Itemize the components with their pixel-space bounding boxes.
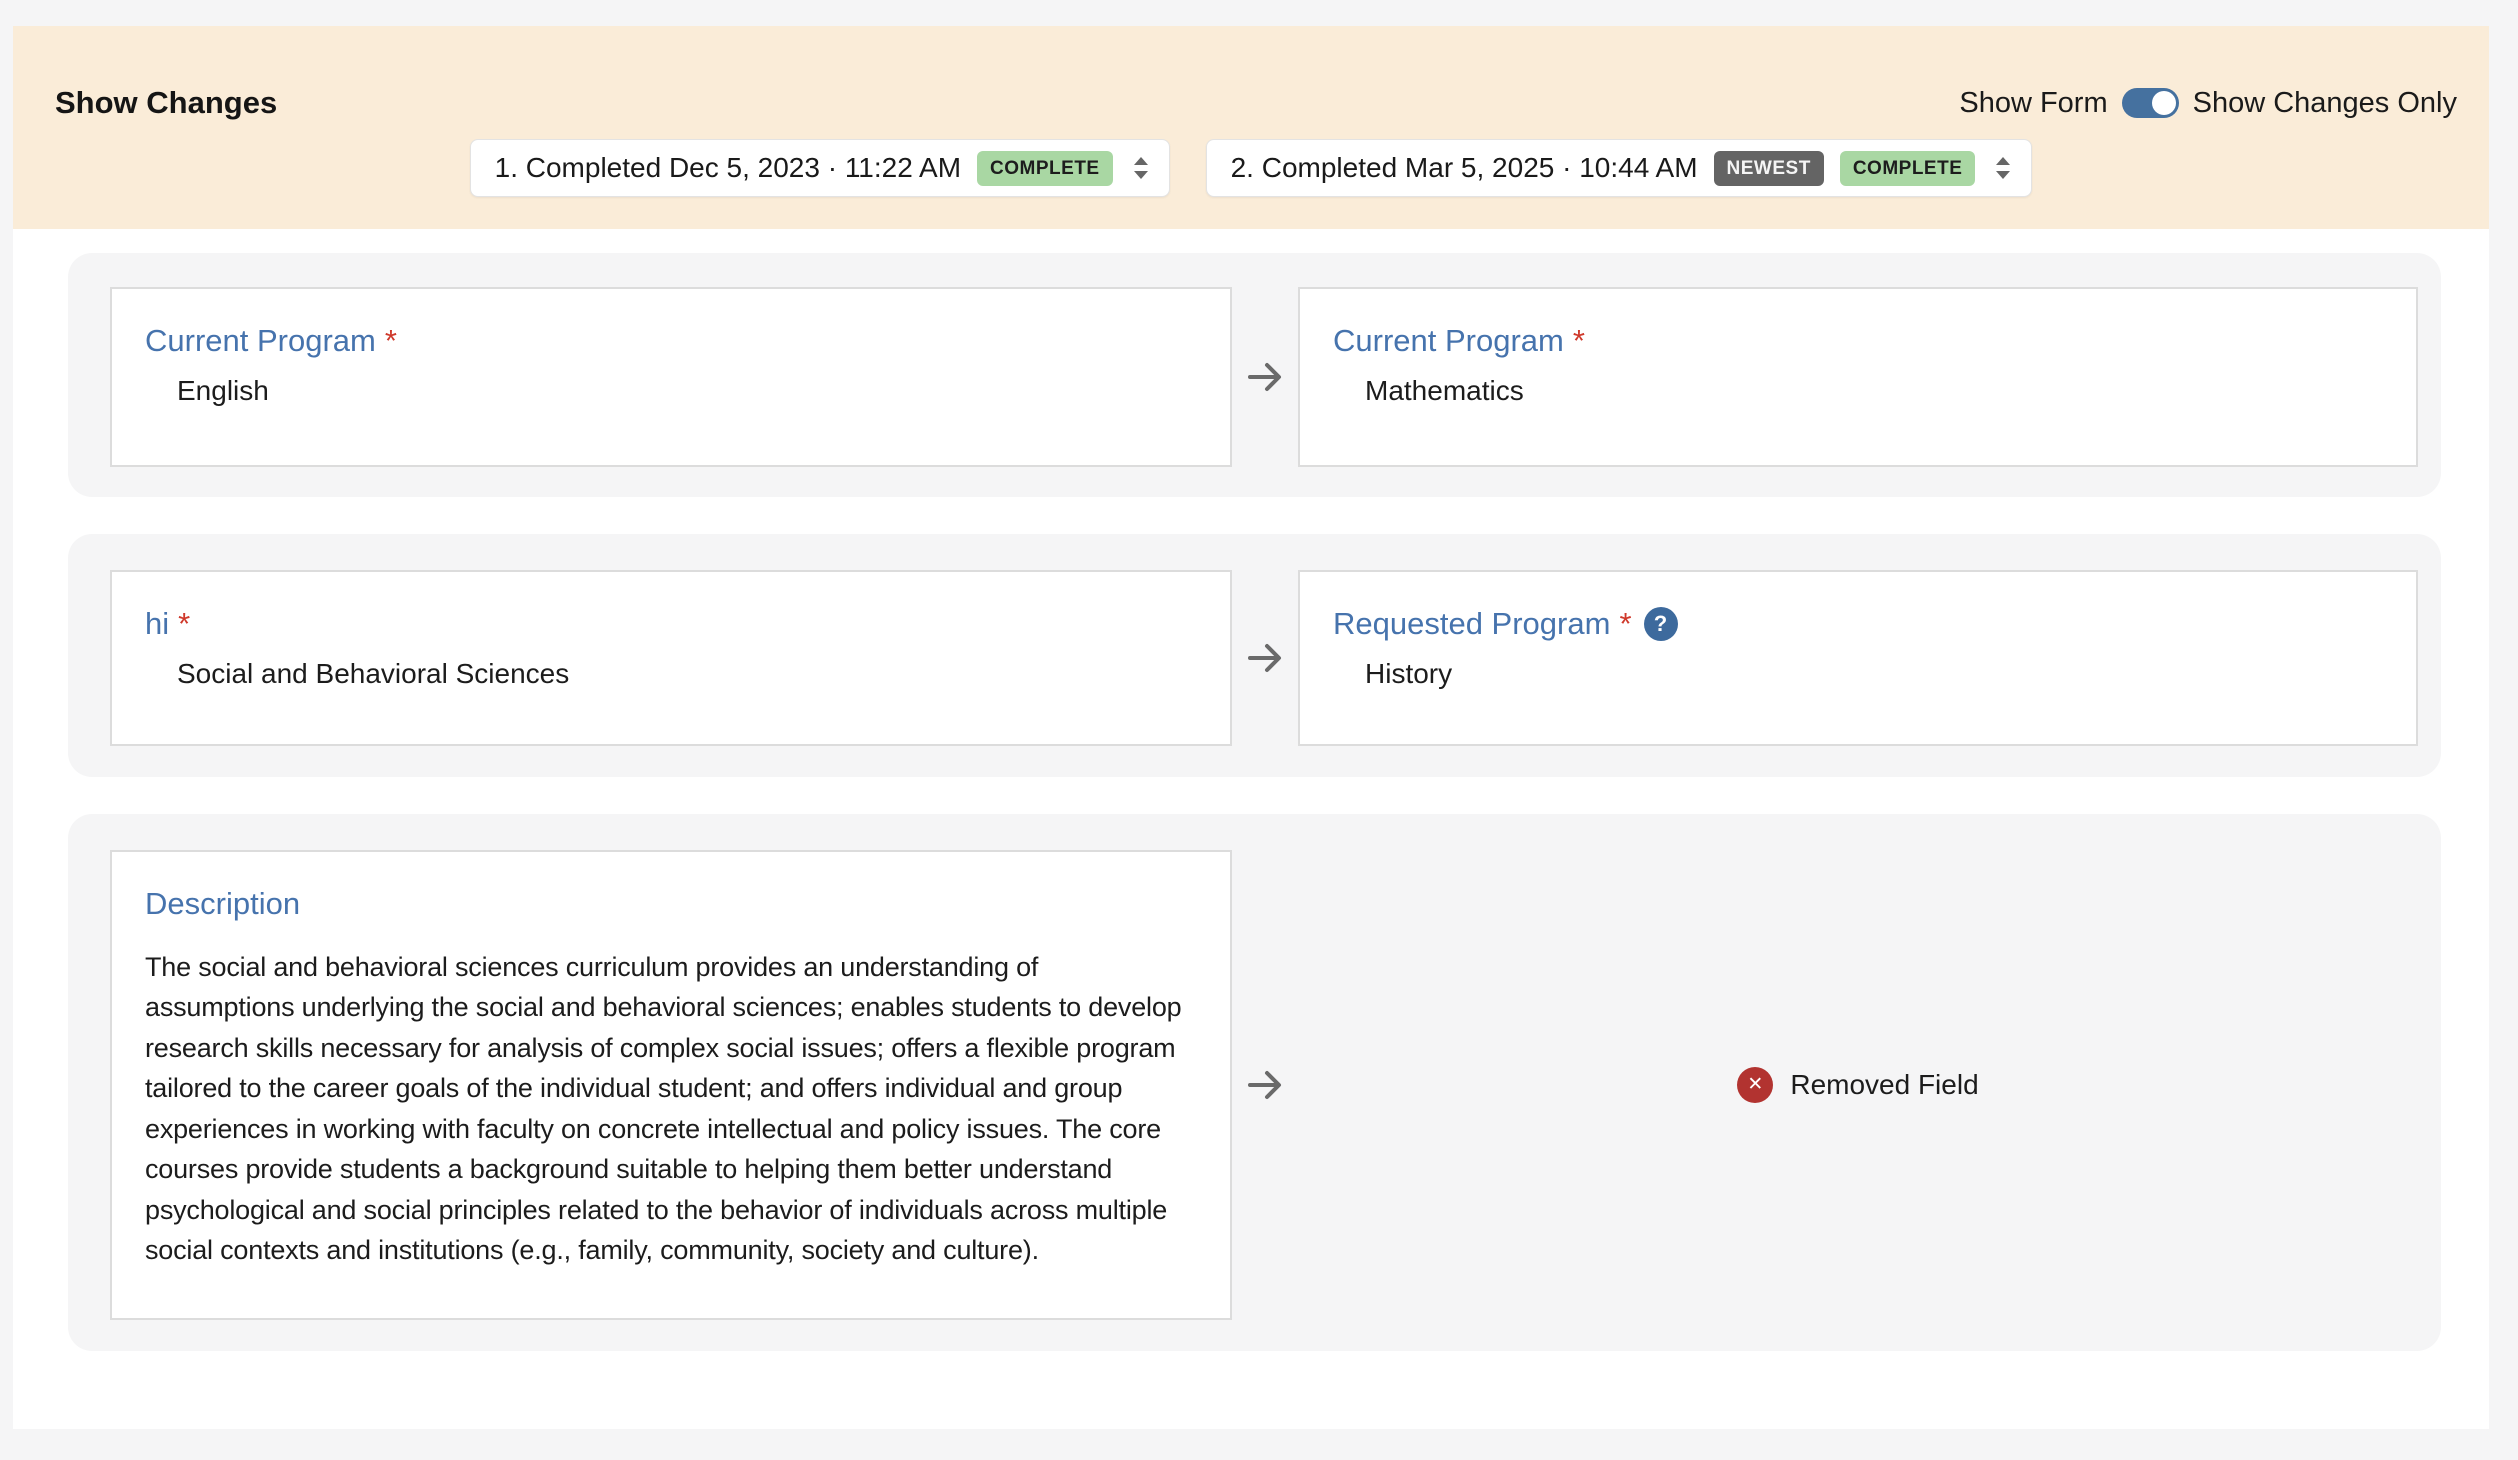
required-asterisk: * xyxy=(178,605,190,643)
comparison-content: Current Program * English Current Progra… xyxy=(13,229,2489,1351)
field-value: Mathematics xyxy=(1365,376,2376,406)
arrow-right-icon xyxy=(1243,1063,1287,1107)
required-asterisk: * xyxy=(385,322,397,360)
field-card-old: Description The social and behavioral sc… xyxy=(110,850,1232,1320)
field-label-text: Current Program xyxy=(1333,322,1564,360)
status-badge-complete: COMPLETE xyxy=(1840,151,1976,186)
comparison-row-description: Description The social and behavioral sc… xyxy=(68,814,2441,1351)
field-card-new: Requested Program * ? History xyxy=(1298,570,2418,746)
show-changes-panel: Show Changes Show Form Show Changes Only… xyxy=(13,26,2489,1429)
field-label: Requested Program * ? xyxy=(1333,605,2376,643)
submission-selector-1-label: 1. Completed Dec 5, 2023 · 11:22 AM xyxy=(495,152,961,184)
required-asterisk: * xyxy=(1573,322,1585,360)
change-arrow-cell xyxy=(1232,1063,1298,1107)
arrow-right-icon xyxy=(1243,636,1287,680)
field-label: hi * xyxy=(145,605,1190,643)
field-label-text: hi xyxy=(145,605,169,643)
field-label: Description xyxy=(145,885,1190,923)
show-changes-only-toggle[interactable] xyxy=(2122,88,2179,118)
removed-field-indicator: ✕ Removed Field xyxy=(1298,1067,2418,1103)
toggle-label-show-form: Show Form xyxy=(1959,87,2107,120)
field-value: History xyxy=(1365,659,2376,689)
status-badge-newest: NEWEST xyxy=(1714,151,1824,186)
field-card-old: hi * Social and Behavioral Sciences xyxy=(110,570,1232,746)
field-label: Current Program * xyxy=(1333,322,2376,360)
field-value: Social and Behavioral Sciences xyxy=(177,659,1190,689)
field-value: English xyxy=(177,376,1190,406)
submission-selector-2-label: 2. Completed Mar 5, 2025 · 10:44 AM xyxy=(1231,152,1698,184)
removed-field-label: Removed Field xyxy=(1790,1069,1978,1101)
submission-selectors: 1. Completed Dec 5, 2023 · 11:22 AM COMP… xyxy=(13,139,2489,197)
arrow-right-icon xyxy=(1243,355,1287,399)
change-arrow-cell xyxy=(1232,636,1298,680)
required-asterisk: * xyxy=(1619,605,1631,643)
header-band: Show Changes Show Form Show Changes Only… xyxy=(13,26,2489,229)
help-icon[interactable]: ? xyxy=(1644,607,1678,641)
comparison-row-current-program: Current Program * English Current Progra… xyxy=(68,253,2441,497)
field-label-text: Requested Program xyxy=(1333,605,1610,643)
field-card-old: Current Program * English xyxy=(110,287,1232,467)
select-arrows-icon xyxy=(1131,154,1151,182)
field-label-text: Description xyxy=(145,885,300,923)
removed-x-icon: ✕ xyxy=(1737,1067,1773,1103)
toggle-knob-icon xyxy=(2152,91,2176,115)
field-label: Current Program * xyxy=(145,322,1190,360)
select-arrows-icon xyxy=(1993,154,2013,182)
change-arrow-cell xyxy=(1232,355,1298,399)
toggle-label-show-changes-only: Show Changes Only xyxy=(2193,87,2457,120)
submission-selector-2[interactable]: 2. Completed Mar 5, 2025 · 10:44 AM NEWE… xyxy=(1206,139,2033,197)
view-toggle-group: Show Form Show Changes Only xyxy=(1959,84,2457,122)
field-card-new: Current Program * Mathematics xyxy=(1298,287,2418,467)
submission-selector-1[interactable]: 1. Completed Dec 5, 2023 · 11:22 AM COMP… xyxy=(470,139,1170,197)
status-badge-complete: COMPLETE xyxy=(977,151,1113,186)
comparison-row-requested-program: hi * Social and Behavioral Sciences Requ… xyxy=(68,534,2441,777)
page-title: Show Changes xyxy=(55,85,277,121)
field-label-text: Current Program xyxy=(145,322,376,360)
field-description-text: The social and behavioral sciences curri… xyxy=(145,947,1190,1271)
